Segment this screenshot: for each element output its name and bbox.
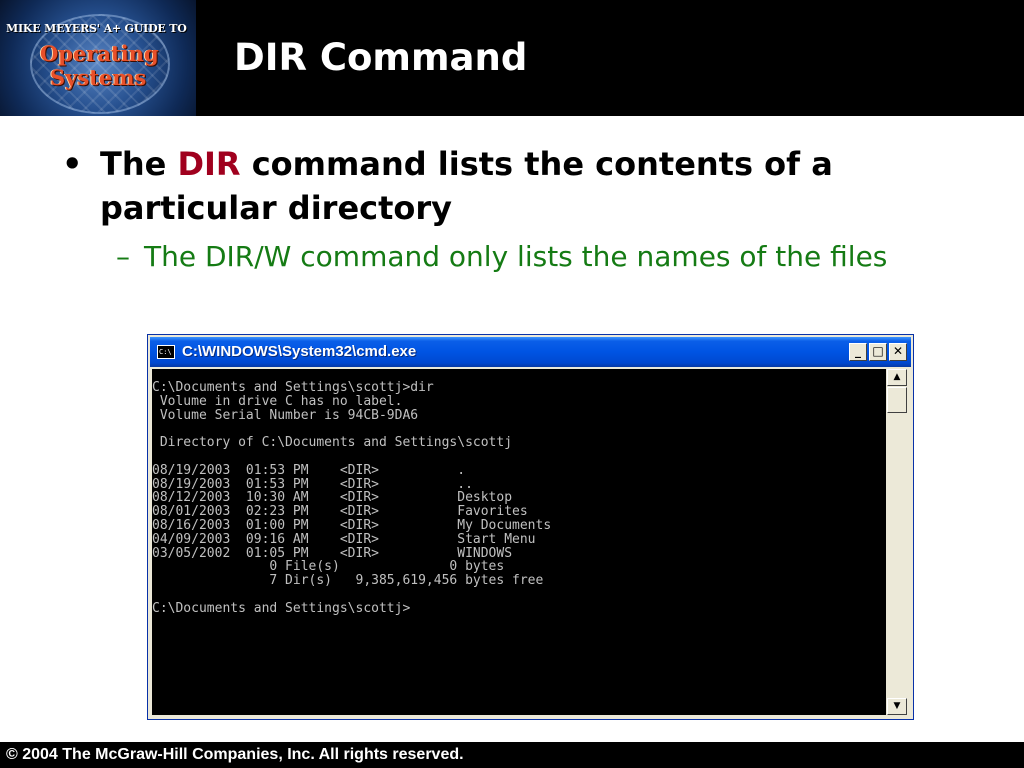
logo-title-line1: Operating — [40, 41, 159, 66]
slide: MIKE MEYERS' A+ GUIDE TO Operating Syste… — [0, 0, 1024, 768]
vertical-scrollbar[interactable]: ▲ ▼ — [887, 369, 907, 715]
minimize-button[interactable]: _ — [849, 343, 867, 361]
close-icon: ✕ — [892, 344, 904, 358]
bullet-dot-icon: • — [62, 145, 83, 183]
console-text: C:\Documents and Settings\scottj>dir Vol… — [152, 380, 552, 616]
logo-title-line2: Systems — [50, 65, 147, 90]
bullet-sub-text: The DIR/W command only lists the names o… — [144, 240, 888, 273]
bullet-main-highlight: DIR — [177, 145, 241, 183]
scroll-down-button[interactable]: ▼ — [887, 698, 907, 715]
maximize-button[interactable]: □ — [869, 343, 887, 361]
window-title: C:\WINDOWS\System32\cmd.exe — [182, 343, 417, 360]
arrow-up-icon: ▲ — [893, 372, 901, 382]
console-app-icon[interactable]: C:\ — [157, 345, 175, 359]
slide-title: DIR Command — [234, 36, 528, 79]
copyright-text: © 2004 The McGraw-Hill Companies, Inc. A… — [6, 746, 464, 763]
window-titlebar[interactable]: C:\ C:\WINDOWS\System32\cmd.exe _ □ ✕ — [150, 337, 911, 367]
arrow-down-icon: ▼ — [893, 701, 901, 711]
bullet-dash-icon: – — [116, 240, 130, 273]
bullet-main: • The DIR command lists the contents of a… — [56, 142, 976, 230]
bullet-main-prefix: The — [100, 145, 178, 183]
minimize-icon: _ — [855, 344, 861, 358]
close-button[interactable]: ✕ — [889, 343, 907, 361]
logo-title: Operating Systems — [40, 42, 170, 90]
scroll-thumb[interactable] — [887, 387, 907, 413]
maximize-icon: □ — [872, 344, 884, 358]
book-logo: MIKE MEYERS' A+ GUIDE TO Operating Syste… — [0, 0, 196, 116]
cmd-window: C:\ C:\WINDOWS\System32\cmd.exe _ □ ✕ C:… — [147, 334, 914, 720]
footer-band: © 2004 The McGraw-Hill Companies, Inc. A… — [0, 742, 1024, 768]
header-band: MIKE MEYERS' A+ GUIDE TO Operating Syste… — [0, 0, 1024, 116]
bullet-sub: – The DIR/W command only lists the names … — [56, 238, 976, 276]
console-output[interactable]: C:\Documents and Settings\scottj>dir Vol… — [152, 369, 886, 715]
bullet-list: • The DIR command lists the contents of a… — [56, 142, 976, 276]
logo-series-text: MIKE MEYERS' A+ GUIDE TO — [6, 22, 187, 35]
scroll-up-button[interactable]: ▲ — [887, 369, 907, 386]
